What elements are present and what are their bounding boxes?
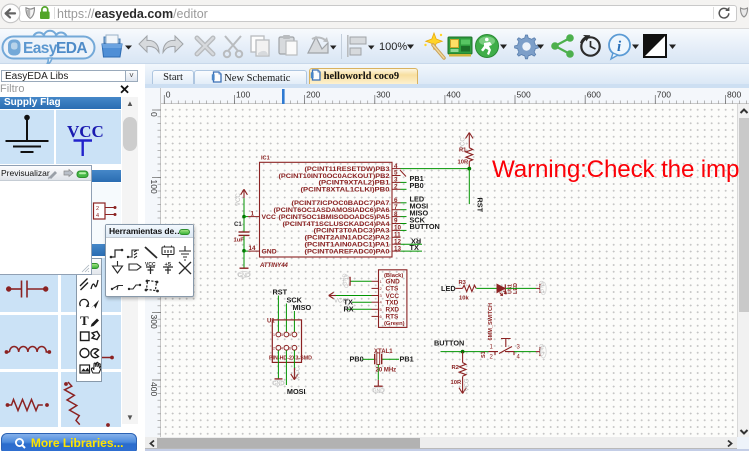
svg-text:10R: 10R: [458, 160, 469, 166]
svg-text:R2: R2: [452, 365, 459, 371]
svg-text:S1: S1: [481, 351, 487, 358]
svg-text:1: 1: [273, 332, 276, 337]
svg-text:PB1: PB1: [400, 355, 414, 364]
svg-text:VCC: VCC: [465, 378, 471, 391]
svg-text:400: 400: [446, 90, 460, 100]
svg-text:1uF: 1uF: [234, 238, 245, 244]
svg-text:RST: RST: [476, 198, 485, 213]
svg-text:300: 300: [149, 315, 159, 329]
svg-text:1: 1: [380, 279, 383, 284]
svg-text:2: 2: [380, 286, 383, 291]
svg-text:IC1: IC1: [261, 156, 270, 162]
svg-text:4: 4: [380, 300, 383, 305]
svg-text:GND: GND: [373, 388, 385, 394]
svg-text:R1: R1: [459, 148, 467, 154]
svg-text:(PCINT8XTAL1CLKI)PB0: (PCINT8XTAL1CLKI)PB0: [301, 187, 390, 194]
svg-text:C1: C1: [234, 221, 242, 228]
svg-text:0: 0: [149, 112, 159, 117]
svg-text:6: 6: [380, 314, 383, 319]
svg-text:4: 4: [96, 213, 99, 219]
svg-text:100: 100: [149, 180, 159, 194]
svg-text:BUTTON: BUTTON: [410, 222, 440, 231]
svg-text:GND: GND: [262, 249, 277, 256]
svg-text:6MM_SWITCH: 6MM_SWITCH: [488, 303, 494, 341]
svg-text:VCC: VCC: [236, 193, 242, 206]
svg-text:1: 1: [251, 210, 255, 217]
svg-text:2: 2: [96, 206, 99, 212]
svg-text:GND: GND: [238, 273, 250, 279]
svg-text:GND: GND: [386, 279, 401, 286]
svg-text:700: 700: [657, 90, 671, 100]
svg-text:U1: U1: [267, 319, 275, 325]
svg-text:GND: GND: [539, 344, 545, 356]
svg-text:600: 600: [587, 90, 601, 100]
svg-text:MISO: MISO: [293, 303, 312, 312]
svg-text:3: 3: [517, 344, 521, 350]
svg-text:200: 200: [306, 90, 320, 100]
svg-text:RXD: RXD: [386, 307, 400, 314]
svg-text:4: 4: [517, 354, 521, 360]
svg-text:13: 13: [394, 245, 402, 252]
svg-text:RST: RST: [273, 287, 288, 296]
svg-text:10R: 10R: [451, 380, 462, 386]
svg-text:CTS: CTS: [386, 286, 400, 293]
svg-text:T: T: [80, 313, 89, 328]
svg-text:6: 6: [289, 346, 292, 351]
svg-text:5: 5: [380, 307, 383, 312]
svg-text:MOSI: MOSI: [287, 387, 306, 396]
svg-text:2: 2: [394, 184, 398, 191]
svg-text:PIN-HD-2X3-SMD: PIN-HD-2X3-SMD: [269, 356, 312, 362]
svg-text:0: 0: [166, 90, 171, 100]
svg-text:PB0: PB0: [350, 355, 364, 364]
svg-text:R3: R3: [459, 280, 467, 286]
svg-text:400: 400: [149, 382, 159, 396]
svg-text:2: 2: [273, 346, 276, 351]
svg-text:5: 5: [289, 332, 292, 337]
svg-text:1: 1: [490, 344, 494, 350]
svg-text:RX: RX: [344, 305, 354, 314]
svg-text:VCC: VCC: [262, 214, 276, 221]
svg-text:TXD: TXD: [386, 300, 399, 307]
svg-text:500: 500: [517, 90, 531, 100]
svg-text:300: 300: [376, 90, 390, 100]
svg-text:GND: GND: [273, 381, 285, 387]
svg-text:ATTINY44: ATTINY44: [259, 263, 289, 269]
svg-text:TX: TX: [410, 243, 419, 252]
svg-text:4: 4: [281, 346, 284, 351]
svg-text:GND: GND: [539, 281, 545, 293]
svg-text:Warning:Check the imp: Warning:Check the imp: [492, 156, 739, 183]
svg-text:RTS: RTS: [386, 314, 400, 321]
svg-text:2: 2: [490, 354, 494, 360]
svg-text:GND: GND: [342, 273, 348, 285]
svg-text:20 MHz: 20 MHz: [376, 368, 397, 374]
svg-text:PB0: PB0: [410, 181, 424, 190]
svg-text:3: 3: [281, 332, 284, 337]
svg-text:100: 100: [236, 90, 250, 100]
svg-text:VCC: VCC: [296, 366, 302, 379]
svg-text:14: 14: [249, 245, 257, 252]
svg-text:LED: LED: [441, 284, 456, 293]
svg-text:3: 3: [380, 293, 383, 298]
svg-text:10k: 10k: [459, 296, 469, 302]
svg-text:BUTTON: BUTTON: [434, 338, 464, 347]
svg-text:VCC: VCC: [67, 122, 104, 141]
svg-text:(PCINT0AREFADC0)PA0: (PCINT0AREFADC0)PA0: [305, 248, 390, 255]
svg-text:800: 800: [727, 90, 741, 100]
svg-text:(Green): (Green): [384, 321, 405, 327]
